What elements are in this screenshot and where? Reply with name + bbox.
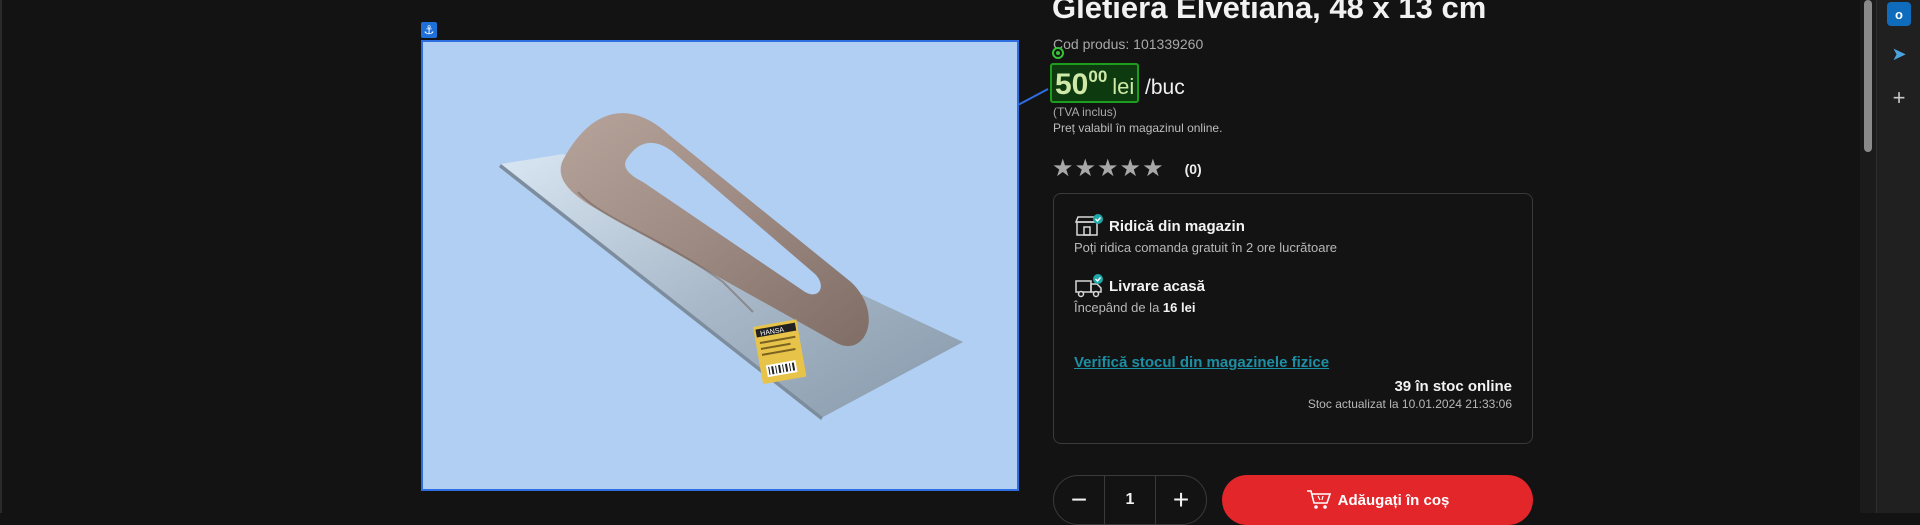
cart-icon [1306, 490, 1331, 509]
price-decimals: 00 [1088, 67, 1108, 86]
quantity-increase-button[interactable]: + [1156, 476, 1206, 524]
product-title: Gletiera Elvetiana, 48 x 13 cm [1052, 0, 1487, 25]
price: 50 00 lei [1050, 63, 1140, 103]
selection-connector [1017, 88, 1049, 106]
quantity-stepper: − 1 + [1053, 475, 1207, 525]
browser-side-panel: o ➤ + [1876, 0, 1920, 513]
pickup-title: Ridică din magazin [1109, 218, 1245, 235]
pickup-subtitle: Poți ridica comanda gratuit în 2 ore luc… [1074, 240, 1338, 255]
check-store-stock-link[interactable]: Verifică stocul din magazinele fizice [1074, 354, 1329, 371]
delivery-options: Ridică din magazin Poți ridica comanda g… [1053, 193, 1533, 444]
outlook-icon[interactable]: o [1887, 2, 1911, 26]
rating[interactable]: ★★★★★ (0) [1052, 154, 1202, 183]
product-code: Cod produs: 101339260 [1053, 36, 1203, 52]
home-delivery-subtitle: Începând de la 16 lei [1074, 300, 1195, 315]
send-icon[interactable]: ➤ [1887, 42, 1911, 66]
truck-check-icon [1075, 274, 1103, 298]
vat-note: (TVA inclus) [1053, 105, 1117, 119]
add-to-cart-label: Adăugați în coș [1337, 491, 1450, 509]
home-delivery-price: 16 lei [1162, 300, 1196, 315]
star-rating-icon: ★★★★★ [1052, 155, 1165, 182]
anchor-icon[interactable]: ⚓ [421, 22, 437, 38]
quantity-decrease-button[interactable]: − [1054, 476, 1104, 524]
price-integer: 50 [1055, 68, 1089, 101]
price-currency: lei [1112, 74, 1135, 99]
product-code-value: 101339260 [1133, 36, 1204, 52]
product-page: ⚓ HANSA Gletiera Elvetiana, 48 x 13 cm C… [0, 0, 1876, 525]
target-icon[interactable] [1052, 47, 1064, 59]
store-check-icon [1074, 214, 1103, 236]
add-icon[interactable]: + [1887, 85, 1911, 110]
product-code-label: Cod produs: [1053, 36, 1130, 52]
stock-updated-timestamp: Stoc actualizat la 10.01.2024 21:33:06 [1307, 397, 1512, 411]
scroll-thumb[interactable] [1864, 0, 1872, 152]
online-stock-count: 39 în stoc online [1394, 378, 1512, 395]
page-edge [0, 0, 2, 513]
quantity-value[interactable]: 1 [1104, 476, 1156, 524]
price-unit: /buc [1145, 76, 1185, 99]
home-delivery-title: Livrare acasă [1109, 278, 1205, 295]
add-to-cart-button[interactable]: Adăugați în coș [1222, 475, 1533, 525]
trowel-illustration: HANSA [499, 113, 963, 420]
product-image[interactable]: HANSA [421, 40, 1019, 491]
page-scrollbar[interactable] [1860, 0, 1876, 513]
price-validity-note: Preț valabil în magazinul online. [1053, 121, 1223, 135]
reviews-count[interactable]: (0) [1185, 161, 1202, 177]
home-delivery-prefix: Începând de la [1074, 300, 1160, 315]
